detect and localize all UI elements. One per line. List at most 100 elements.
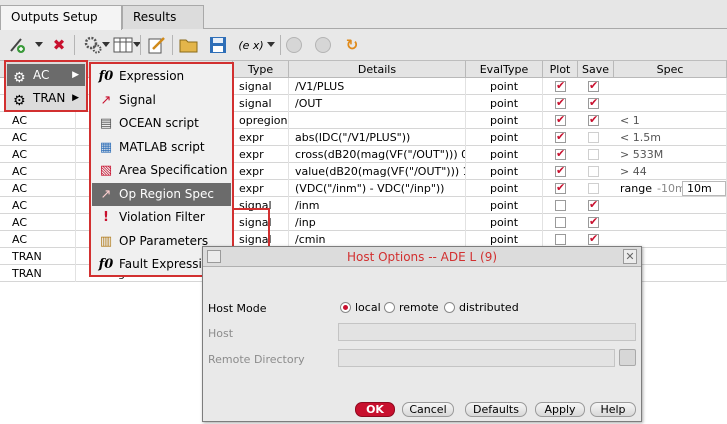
save-checkbox[interactable] (588, 132, 599, 143)
cell-spec[interactable]: > 44 (614, 163, 727, 180)
cell-test: AC (6, 197, 76, 214)
dialog-title: Host Options -- ADE L (9) (203, 247, 641, 267)
tab-outputs-setup[interactable]: Outputs Setup (0, 5, 122, 30)
save-checkbox[interactable] (588, 166, 599, 177)
toolbar: ✖ (e x) ↻ (0, 29, 727, 61)
cell-spec[interactable]: > 533M (614, 146, 727, 163)
cancel-button[interactable]: Cancel (402, 402, 454, 417)
plot-checkbox[interactable] (555, 217, 566, 228)
column-header-plot[interactable]: Plot (543, 61, 578, 78)
cell-test: AC (6, 214, 76, 231)
run-disabled-icon[interactable] (283, 34, 305, 56)
add-output-icon[interactable] (6, 34, 28, 56)
cell-evaltype: point (466, 112, 543, 129)
expression-icon[interactable]: (e x) (236, 34, 266, 56)
host-mode-label: Host Mode (208, 302, 267, 315)
cell-spec[interactable]: < 1 (614, 112, 727, 129)
save-checkbox[interactable] (588, 149, 599, 160)
plot-checkbox[interactable] (555, 200, 566, 211)
tab-bar: Outputs Setup Results (0, 0, 727, 30)
cell-details: /inp (289, 214, 466, 231)
cell-type: expr (233, 180, 289, 197)
cell-spec[interactable]: < 1.5m (614, 129, 727, 146)
cell-spec[interactable] (614, 197, 727, 214)
radio-distributed[interactable] (444, 302, 455, 313)
edit-icon[interactable] (146, 34, 168, 56)
column-header-save[interactable]: Save (578, 61, 614, 78)
column-header-type[interactable]: Type (233, 61, 289, 78)
cell-test: AC (6, 146, 76, 163)
remote-directory-field[interactable] (338, 349, 615, 367)
cell-evaltype: point (466, 129, 543, 146)
columns-icon[interactable] (112, 34, 134, 56)
column-header-evaltype[interactable]: EvalType (466, 61, 543, 78)
close-button[interactable]: ✕ (623, 249, 637, 264)
save-checkbox[interactable] (588, 96, 599, 109)
save-checkbox[interactable] (588, 113, 599, 126)
cell-details: (VDC("/inm") - VDC("/inp")) (289, 180, 466, 197)
save-checkbox[interactable] (588, 215, 599, 228)
cell-test: TRAN (6, 265, 76, 282)
add-output-dropdown-icon[interactable] (35, 42, 43, 47)
cell-details (289, 112, 466, 129)
column-header-details[interactable]: Details (289, 61, 466, 78)
expression-dropdown-icon[interactable] (267, 42, 275, 47)
spec-max[interactable]: 10m (682, 181, 726, 196)
cell-spec[interactable]: range -10m 10m (614, 180, 727, 197)
plot-checkbox[interactable] (555, 130, 566, 143)
radio-remote[interactable] (384, 302, 395, 313)
plot-checkbox[interactable] (555, 113, 566, 126)
cell-spec[interactable] (614, 78, 727, 95)
refresh-icon[interactable]: ↻ (341, 34, 363, 56)
save-checkbox[interactable] (588, 198, 599, 211)
defaults-button[interactable]: Defaults (465, 402, 527, 417)
remote-directory-label: Remote Directory (208, 353, 305, 366)
plot-checkbox[interactable] (555, 79, 566, 92)
save-icon[interactable] (207, 34, 229, 56)
cell-evaltype: point (466, 180, 543, 197)
cell-evaltype: point (466, 95, 543, 112)
settings-icon[interactable] (82, 34, 104, 56)
settings-dropdown-icon[interactable] (102, 42, 110, 47)
spec-type: range (620, 182, 652, 195)
apply-button[interactable]: Apply (535, 402, 585, 417)
stop-disabled-icon[interactable] (312, 34, 334, 56)
cell-evaltype: point (466, 78, 543, 95)
highlight-outline (4, 60, 88, 112)
plot-checkbox[interactable] (555, 234, 566, 245)
help-button[interactable]: Help (590, 402, 636, 417)
column-header-spec[interactable]: Spec (614, 61, 727, 78)
host-label: Host (208, 327, 234, 340)
save-checkbox[interactable] (588, 79, 599, 92)
cell-type: expr (233, 146, 289, 163)
ok-button[interactable]: OK (355, 402, 395, 417)
host-field[interactable] (338, 323, 636, 341)
plot-checkbox[interactable] (555, 147, 566, 160)
cell-type: signal (233, 197, 289, 214)
cell-type: expr (233, 163, 289, 180)
plot-checkbox[interactable] (555, 181, 566, 194)
cell-test: AC (6, 231, 76, 248)
radio-label-local: local (355, 301, 381, 314)
toolbar-divider (172, 35, 173, 55)
save-checkbox[interactable] (588, 183, 599, 194)
plot-checkbox[interactable] (555, 96, 566, 109)
save-checkbox[interactable] (588, 232, 599, 245)
cell-test: AC (6, 112, 76, 129)
cell-details: cross(dB20(mag(VF("/OUT"))) 0 ... (289, 146, 466, 163)
cell-type: opregion (233, 112, 289, 129)
open-folder-icon[interactable] (178, 34, 200, 56)
cell-type: signal (233, 78, 289, 95)
delete-icon[interactable]: ✖ (48, 34, 70, 56)
plot-checkbox[interactable] (555, 164, 566, 177)
host-options-dialog: Host Options -- ADE L (9) ✕ Host Mode lo… (202, 246, 642, 422)
cell-details: /V1/PLUS (289, 78, 466, 95)
radio-local[interactable] (340, 302, 351, 313)
highlight-outline (89, 62, 234, 277)
minimize-button[interactable] (207, 250, 221, 263)
cell-spec[interactable] (614, 95, 727, 112)
cell-spec[interactable] (614, 214, 727, 231)
browse-button[interactable] (619, 349, 636, 366)
tab-results[interactable]: Results (122, 5, 204, 29)
cell-test: AC (6, 163, 76, 180)
